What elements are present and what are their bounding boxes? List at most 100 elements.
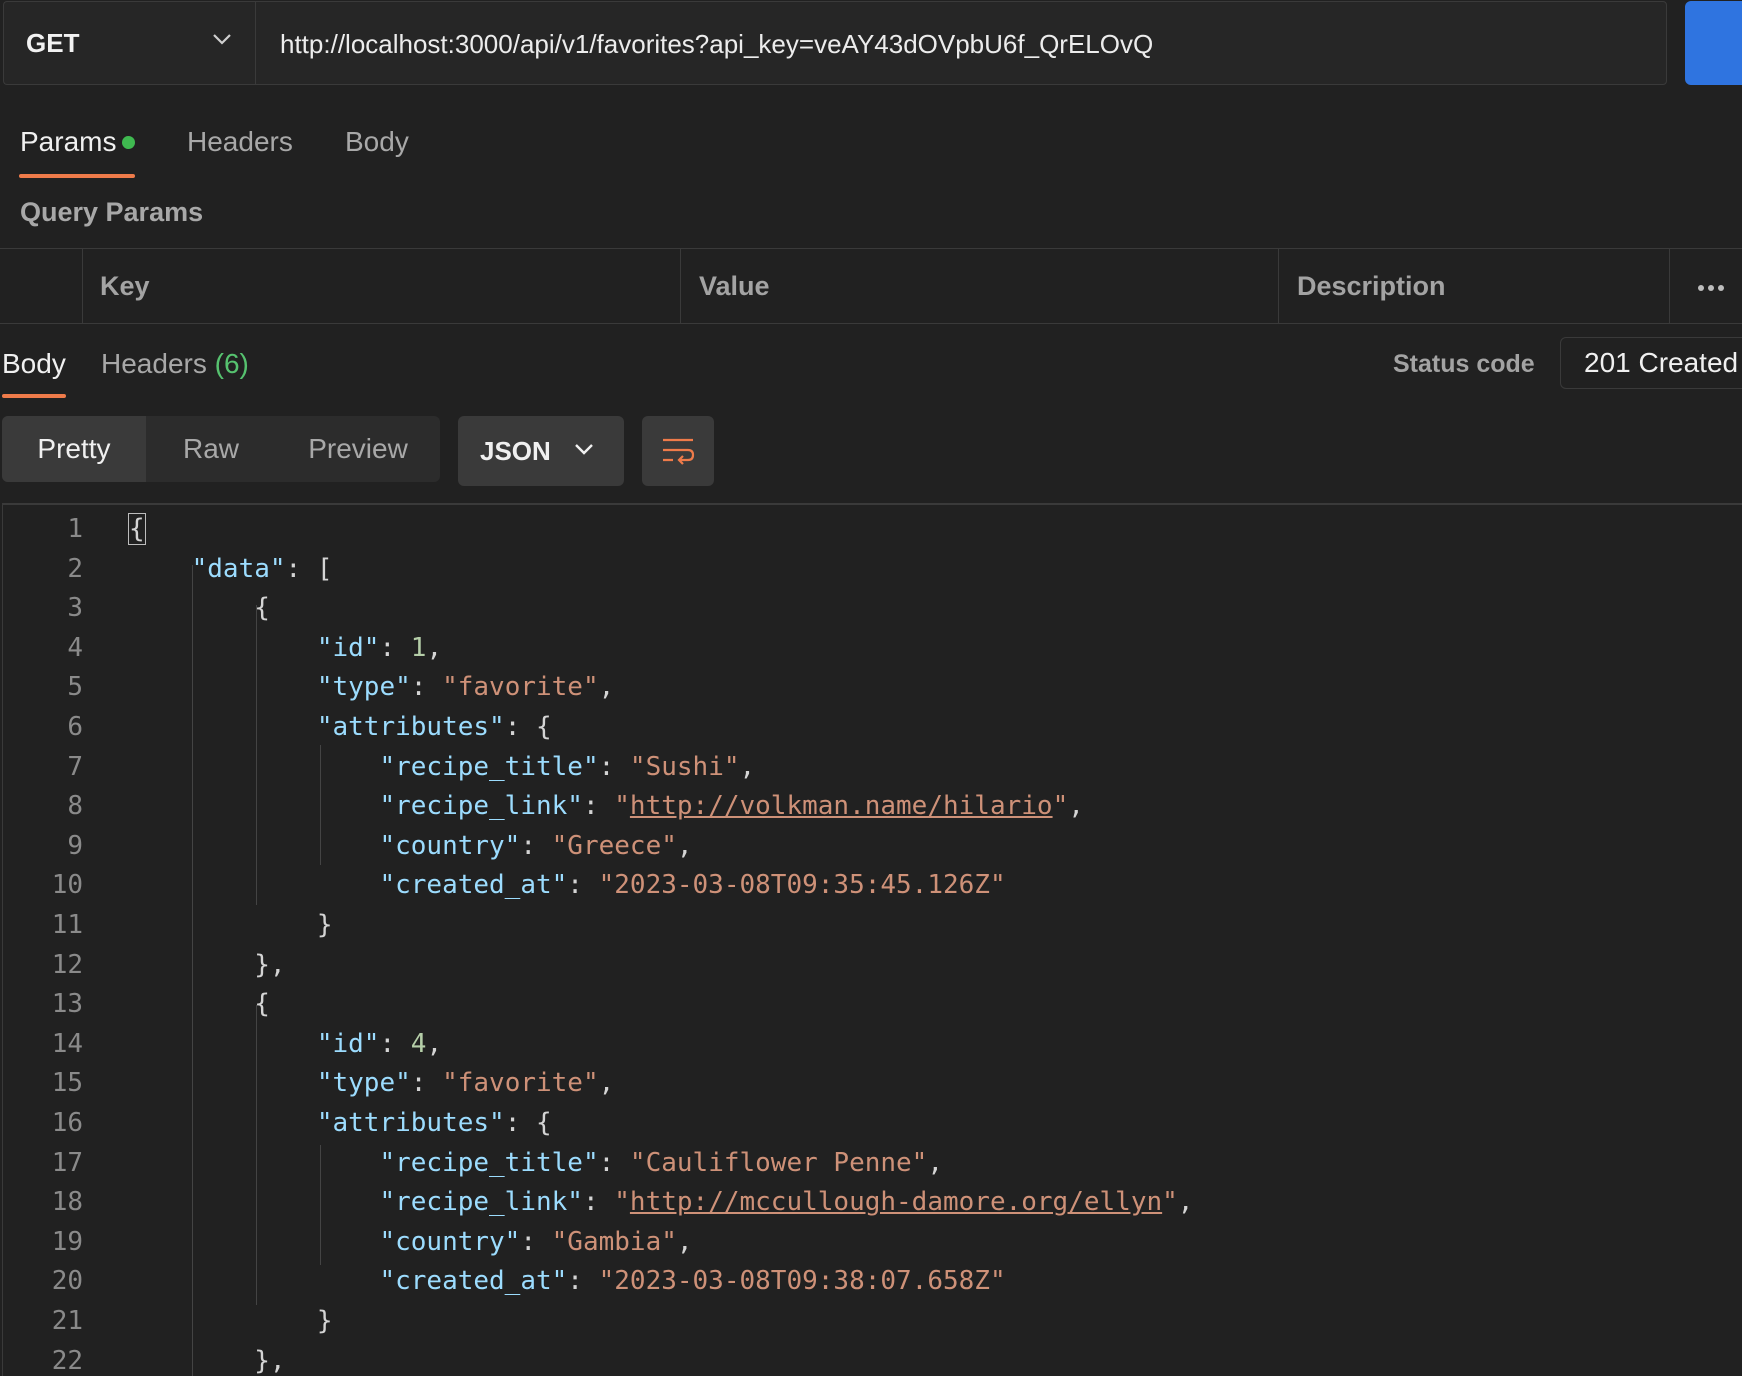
column-divider (1669, 249, 1670, 323)
code-line: 4 "id": 1, (3, 628, 1742, 668)
code-line-text: "recipe_link": "http://volkman.name/hila… (379, 791, 1084, 822)
column-header-value: Value (699, 271, 770, 301)
line-number: 22 (51, 1345, 83, 1376)
line-number: 18 (51, 1187, 83, 1218)
query-params-title: Query Params (20, 197, 204, 227)
code-line-text: "recipe_title": "Cauliflower Penne", (379, 1147, 943, 1178)
code-line: 7 "recipe_title": "Sushi", (3, 747, 1742, 787)
line-number: 1 (67, 514, 83, 544)
line-number: 11 (51, 910, 83, 940)
view-preview-button[interactable]: Preview (276, 416, 440, 482)
response-tab-body-underline (2, 394, 66, 398)
code-line-text: "created_at": "2023-03-08T09:35:45.126Z" (379, 870, 1006, 901)
status-code-value: 201 Created (1584, 347, 1739, 378)
code-line: 2 "data": [ (3, 549, 1742, 589)
wrap-lines-button[interactable] (642, 416, 714, 486)
view-raw-button[interactable]: Raw (146, 416, 276, 482)
line-number: 14 (51, 1028, 83, 1059)
chevron-down-icon (213, 34, 231, 45)
line-number: 4 (67, 632, 83, 663)
wrap-lines-icon (663, 438, 695, 465)
code-line: 18 "recipe_link": "http://mccullough-dam… (3, 1182, 1742, 1222)
view-mode-group: Pretty Raw Preview (2, 416, 440, 482)
line-number: 2 (67, 553, 83, 584)
line-number: 19 (51, 1226, 83, 1257)
code-line: 15 "type": "favorite", (3, 1063, 1742, 1103)
code-line: 10 "created_at": "2023-03-08T09:35:45.12… (3, 865, 1742, 905)
line-number: 8 (67, 791, 83, 822)
line-number: 17 (51, 1147, 83, 1178)
code-line: 16 "attributes": { (3, 1103, 1742, 1143)
code-line: 17 "recipe_title": "Cauliflower Penne", (3, 1143, 1742, 1183)
code-line-text: "type": "favorite", (316, 672, 615, 703)
code-line-text: "id": 1, (316, 632, 443, 663)
query-params-table: Key Value Description (0, 248, 1742, 324)
response-tab-headers[interactable]: Headers (6) (101, 348, 249, 380)
line-number: 21 (51, 1306, 83, 1336)
method-label: GET (26, 28, 80, 58)
code-line-text: "created_at": "2023-03-08T09:38:07.658Z" (379, 1266, 1006, 1297)
code-line: 5 "type": "favorite", (3, 667, 1742, 707)
code-line-text: } (316, 1306, 333, 1336)
code-line: 1{ (3, 509, 1742, 549)
params-active-dot (122, 136, 135, 149)
response-body-code: 1{2 "data": [3 {4 "id": 1, 5 "type": "fav… (2, 503, 1742, 1376)
response-tab-body[interactable]: Body (2, 348, 66, 380)
code-line-text: }, (254, 1345, 286, 1376)
tab-params-underline (19, 174, 135, 178)
code-line-text: { (254, 989, 270, 1020)
code-line: 21 } (3, 1301, 1742, 1341)
code-line: 13 { (3, 984, 1742, 1024)
column-header-description: Description (1297, 271, 1446, 301)
code-line: 14 "id": 4, (3, 1024, 1742, 1064)
code-line-text: "attributes": { (316, 712, 552, 742)
column-header-key: Key (100, 271, 150, 301)
code-line-text: "recipe_title": "Sushi", (379, 751, 756, 782)
format-label: JSON (480, 436, 551, 466)
line-number: 12 (51, 949, 83, 980)
code-line: 9 "country": "Greece", (3, 826, 1742, 866)
line-number: 3 (67, 593, 83, 624)
code-line: 11 } (3, 905, 1742, 945)
column-divider (680, 249, 681, 323)
code-line: 6 "attributes": { (3, 707, 1742, 747)
more-horizontal-icon[interactable] (1697, 284, 1725, 292)
code-line-text: "type": "favorite", (316, 1068, 615, 1099)
view-pretty-button[interactable]: Pretty (2, 416, 146, 482)
tab-params[interactable]: Params (20, 126, 116, 158)
code-line-text: "recipe_link": "http://mccullough-damore… (379, 1187, 1194, 1218)
send-button[interactable] (1685, 1, 1742, 85)
line-number: 6 (67, 712, 83, 742)
code-line-text: "id": 4, (316, 1028, 443, 1059)
tab-body[interactable]: Body (345, 126, 409, 158)
chevron-down-icon (575, 444, 593, 455)
tab-headers[interactable]: Headers (187, 126, 293, 158)
line-number: 16 (51, 1108, 83, 1138)
code-line-text: { (254, 593, 270, 624)
line-number: 13 (51, 989, 83, 1020)
headers-count: (6) (214, 348, 249, 379)
url-text: http://localhost:3000/api/v1/favorites?a… (280, 29, 1154, 59)
code-line-text: "attributes": { (316, 1108, 552, 1138)
column-divider (82, 249, 83, 323)
code-line-text: } (316, 910, 333, 940)
code-line-text: }, (254, 949, 286, 980)
code-line: 22 }, (3, 1341, 1742, 1376)
status-code-label: Status code (1393, 350, 1535, 378)
line-number: 5 (67, 672, 83, 703)
line-number: 9 (67, 830, 83, 861)
code-line: 12 }, (3, 945, 1742, 985)
code-line: 20 "created_at": "2023-03-08T09:38:07.65… (3, 1261, 1742, 1301)
line-number: 15 (51, 1068, 83, 1099)
code-line: 19 "country": "Gambia", (3, 1222, 1742, 1262)
code-line-text: "country": "Gambia", (379, 1226, 693, 1257)
method-select[interactable]: GET (3, 1, 255, 85)
line-number: 10 (51, 870, 83, 901)
url-input[interactable]: http://localhost:3000/api/v1/favorites?a… (255, 1, 1667, 85)
response-tab-headers-label: Headers (101, 348, 207, 379)
code-line-text: "country": "Greece", (379, 830, 693, 861)
code-line-text: { (128, 513, 146, 545)
code-line: 8 "recipe_link": "http://volkman.name/hi… (3, 786, 1742, 826)
code-line-text: "data": [ (191, 553, 333, 584)
format-select[interactable]: JSON (458, 416, 624, 486)
